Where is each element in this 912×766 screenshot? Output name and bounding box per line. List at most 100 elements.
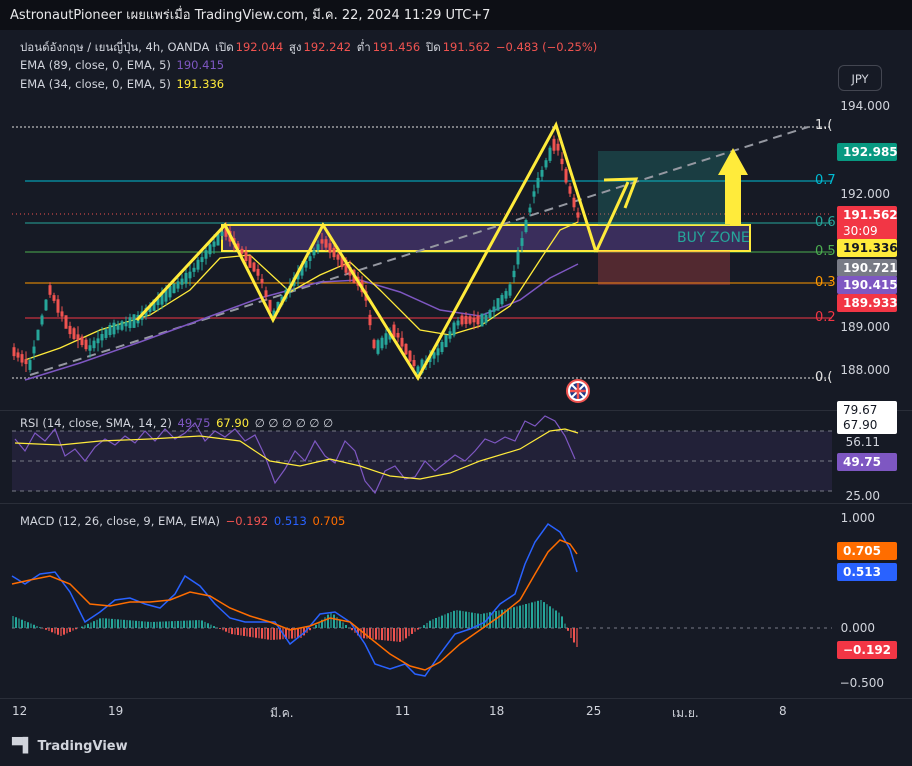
currency-button[interactable]: JPY [838,65,882,91]
time-label-apr: เม.ย. [672,706,699,720]
macd-hist-bar [249,628,251,637]
tv-logo-icon: ▀▌ [12,738,34,754]
candle-body [120,321,124,330]
candle-body [112,322,116,335]
macd-hist-bar [141,621,143,628]
macd-hist-bar [186,620,188,628]
candle-body [260,278,264,284]
publish-header: AstronautPioneer เผยแพร่เมื่อ TradingVie… [0,0,912,30]
macd-hist-bar [69,628,71,632]
macd-hist-bar [231,628,233,635]
candle-body [48,285,52,295]
ema34-legend[interactable]: EMA (34, close, 0, EMA, 5) 191.336 [20,77,226,91]
macd-hist-bar [258,628,260,639]
macd-hist-bar [255,628,257,638]
macd-legend[interactable]: MACD (12, 26, close, 9, EMA, EMA) −0.192… [20,514,347,528]
candle-body [192,267,196,272]
time-label-18: 18 [489,704,505,718]
candle-body [532,191,536,197]
macd-hist-bar [144,621,146,628]
macd-hist-bar [243,628,245,636]
macd-hist-bar [219,628,221,629]
price-axis-194: 194.000 [840,99,890,113]
macd-hist-bar [444,614,446,628]
macd-hist-bar [516,606,518,628]
rsi-legend[interactable]: RSI (14, close, SMA, 14, 2) 49.75 67.90 … [20,416,335,430]
macd-hist-bar [531,602,533,628]
candle-body [508,284,512,296]
ema89-line [24,263,579,381]
candle-body [316,244,320,251]
macd-svg[interactable] [0,504,912,699]
macd-hist-bar [342,622,344,628]
candle-body [576,212,580,218]
macd-hist-bar [462,611,464,628]
macd-hist-bar [27,622,29,628]
macd-hist-bar [276,628,278,640]
target-price-tag: 192.985 [837,143,898,161]
candle-body [336,254,340,260]
candle-body [204,250,208,259]
macd-hist-bar [522,604,524,628]
macd-hist-bar [246,628,248,637]
macd-hist-bar [237,628,239,636]
symbol-legend: ปอนด์อังกฤษ / เยนญี่ปุ่น, 4h, OANDA เปิด… [20,40,598,54]
rsi-49-tag: 49.75 [837,453,897,471]
macd-hist-bar [150,622,152,628]
rsi-pane[interactable]: RSI (14, close, SMA, 14, 2) 49.75 67.90 … [0,401,912,503]
macd-hist-bar [420,627,422,628]
macd-pane[interactable]: MACD (12, 26, close, 9, EMA, EMA) −0.192… [0,503,912,699]
ema34-price-tag: 191.336 [837,239,898,257]
macd-hist-bar [168,621,170,628]
candle-body [564,168,568,183]
macd-hist-bar [510,608,512,628]
macd-hist-bar [309,628,311,631]
macd-hist-bar [153,621,155,628]
candle-body [36,329,40,341]
macd-hist-bar [51,628,53,633]
macd-hist-bar [432,619,434,628]
candle-body [560,158,564,165]
fib-label-1: 1.( [815,118,833,133]
macd-hist-bar [567,628,569,631]
ema89-legend[interactable]: EMA (89, close, 0, EMA, 5) 190.415 [20,58,226,72]
macd-axis-top: 1.000 [840,511,875,525]
tradingview-logo[interactable]: ▀▌ TradingView [12,738,128,754]
candle-body [332,247,336,258]
macd-hist-bar [459,610,461,628]
macd-hist-bar [438,616,440,628]
macd-hist-bar [507,608,509,628]
macd-hist-bar [447,613,449,628]
price-chart-pane[interactable]: ปอนด์อังกฤษ / เยนญี่ปุ่น, 4h, OANDA เปิด… [0,30,912,410]
macd-hist-bar [324,617,326,628]
time-axis[interactable] [0,698,912,727]
macd-hist-bar [546,604,548,628]
macd-hist-bar [111,618,113,628]
candle-body [436,348,440,356]
macd-hist-bar [537,600,539,628]
macd-hist-bar [273,628,275,640]
macd-hist-bar [501,609,503,628]
macd-hist-bar [351,628,353,631]
macd-hist-bar [576,628,578,647]
macd-hist-bar [210,624,212,628]
candle-body [308,256,312,261]
candle-body [400,337,404,347]
macd-hist-bar [87,623,89,628]
macd-hist-bar [138,621,140,628]
macd-hist-bar [381,628,383,641]
candle-body [96,338,100,344]
price-axis-188: 188.000 [840,363,890,377]
macd-hist-bar [174,621,176,628]
candle-body [252,262,256,272]
macd-hist-bar [12,616,14,628]
candle-body [264,290,268,297]
candle-body [200,257,204,263]
candle-body [56,299,60,313]
time-label-19: 19 [108,704,124,718]
candle-body [520,238,524,246]
candle-body [468,316,472,324]
candle-body [20,354,24,363]
candle-body [124,321,128,327]
candle-body [572,197,576,208]
